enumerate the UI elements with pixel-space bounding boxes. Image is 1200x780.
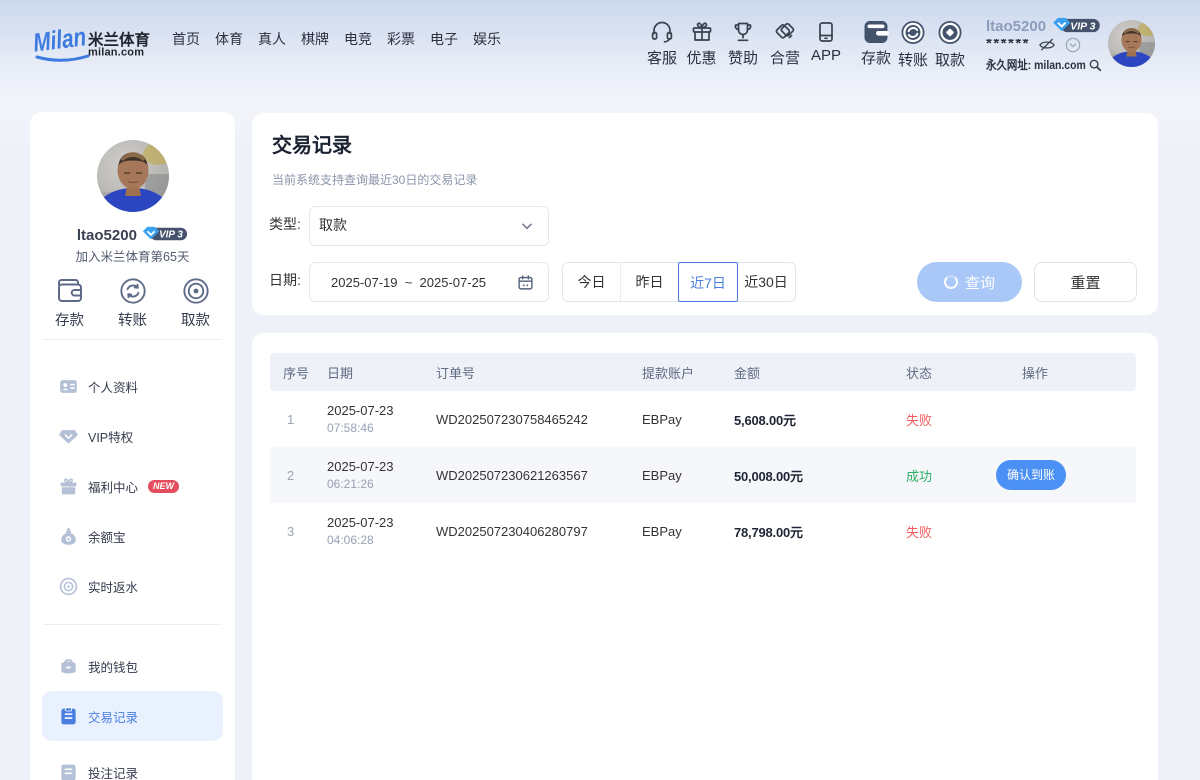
svg-text:Milan: Milan	[34, 22, 88, 58]
svg-text:VIP 3: VIP 3	[159, 230, 183, 241]
svg-text:milan.com: milan.com	[88, 47, 144, 59]
svg-text:VIP 3: VIP 3	[1070, 21, 1095, 32]
